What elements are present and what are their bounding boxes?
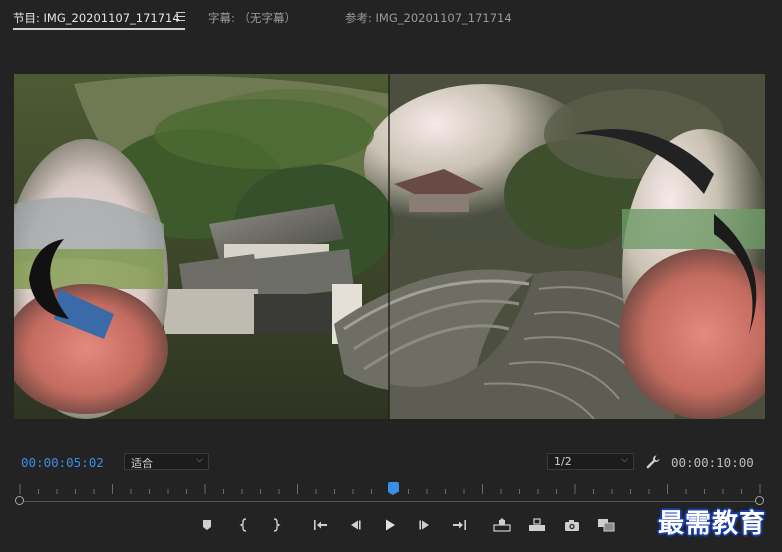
watermark-logo: 最需教育: [658, 509, 767, 539]
lift-button[interactable]: [493, 516, 511, 534]
extract-button[interactable]: [528, 516, 546, 534]
play-icon: [386, 519, 395, 531]
comparison-view-icon: [598, 519, 615, 532]
go-to-in-icon: [314, 520, 327, 530]
time-ruler[interactable]: [14, 480, 766, 505]
go-to-out-button[interactable]: [450, 516, 468, 534]
active-tab-indicator: [13, 28, 185, 30]
duration-timecode: 00:00:10:00: [671, 455, 754, 470]
camera-icon: [565, 519, 579, 531]
step-forward-icon: [419, 520, 429, 530]
tab-reference-monitor[interactable]: 参考: IMG_20201107_171714: [345, 10, 512, 26]
go-to-in-button[interactable]: [312, 516, 330, 534]
scrub-bar[interactable]: [20, 501, 760, 502]
mark-in-button[interactable]: [235, 516, 253, 534]
mark-out-icon: [273, 518, 281, 532]
comparison-view-button[interactable]: [597, 516, 615, 534]
mark-out-button[interactable]: [267, 516, 285, 534]
video-frame[interactable]: [14, 74, 765, 419]
wrench-icon[interactable]: [645, 454, 661, 470]
current-timecode[interactable]: 00:00:05:02: [21, 455, 104, 470]
playback-resolution-dropdown[interactable]: 1/2 ⌵: [547, 453, 634, 470]
zoom-level-dropdown[interactable]: 适合 ⌵: [124, 453, 209, 470]
step-forward-button[interactable]: [416, 516, 434, 534]
tab-program-monitor[interactable]: 节目: IMG_20201107_171714: [13, 10, 180, 26]
playhead[interactable]: [388, 482, 400, 495]
add-marker-icon: [203, 520, 211, 530]
zoom-level-value: 适合: [131, 457, 153, 470]
in-point-handle[interactable]: [15, 496, 24, 505]
chevron-down-icon: ⌵: [196, 455, 203, 465]
add-marker-button[interactable]: [198, 516, 216, 534]
panel-tab-bar: 节目: IMG_20201107_171714 字幕: （无字幕） 参考: IM…: [0, 0, 782, 36]
program-monitor-viewer: [0, 36, 782, 440]
lift-icon: [493, 518, 511, 532]
chevron-down-icon: ⌵: [621, 455, 628, 465]
go-to-out-icon: [453, 520, 466, 530]
mark-in-icon: [239, 518, 247, 532]
panel-menu-icon[interactable]: [176, 12, 185, 21]
extract-icon: [529, 518, 545, 531]
panoramic-video-image: [14, 74, 765, 419]
play-button[interactable]: [381, 516, 399, 534]
playback-resolution-value: 1/2: [554, 455, 572, 468]
step-back-button[interactable]: [346, 516, 364, 534]
export-frame-button[interactable]: [563, 516, 581, 534]
step-back-icon: [351, 520, 361, 530]
tab-captions[interactable]: 字幕: （无字幕）: [208, 10, 296, 26]
